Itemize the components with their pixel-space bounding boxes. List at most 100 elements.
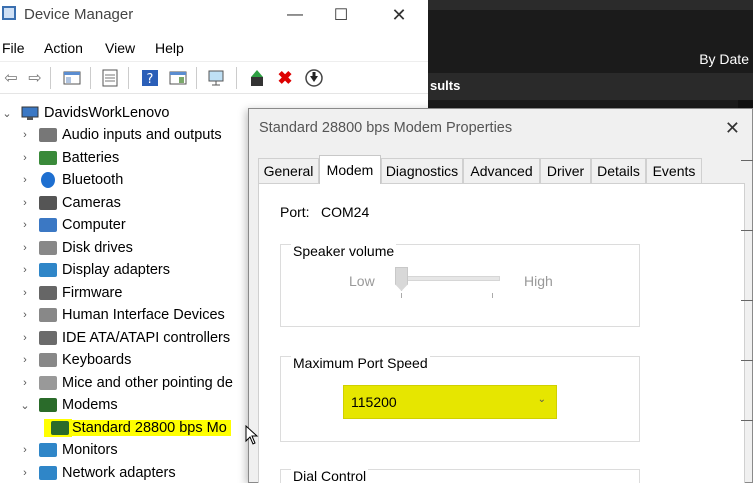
help-icon[interactable]: ? (139, 67, 161, 89)
network-icon (38, 464, 58, 482)
tree-node[interactable]: › IDE ATA/ATAPI controllers (18, 327, 230, 349)
tree-node-label: Computer (62, 217, 126, 233)
chevron-right-icon[interactable]: › (18, 242, 32, 254)
tree-node[interactable]: › Monitors (18, 439, 118, 461)
show-hide-console-tree-icon[interactable] (61, 67, 83, 89)
dialog-title: Standard 28800 bps Modem Properties (259, 120, 513, 136)
slider-tick (401, 293, 402, 298)
port-value: COM24 (321, 204, 370, 220)
tree-node[interactable]: › Human Interface Devices (18, 304, 225, 326)
tree-node-label: Monitors (62, 442, 118, 458)
chevron-right-icon[interactable]: › (18, 354, 32, 366)
maximize-button[interactable]: ☐ (318, 0, 364, 30)
chevron-right-icon[interactable]: › (18, 129, 32, 141)
tree-node[interactable]: › Firmware (18, 282, 122, 304)
background-marker (741, 360, 753, 370)
menu-file[interactable]: File (2, 40, 25, 56)
tab-general[interactable]: General (258, 158, 319, 183)
tab-modem[interactable]: Modem (319, 155, 381, 184)
slider-tick (492, 293, 493, 298)
disable-device-icon[interactable] (303, 67, 325, 89)
minimize-button[interactable]: — (272, 0, 318, 30)
tab-driver[interactable]: Driver (540, 158, 591, 183)
chevron-right-icon[interactable]: › (18, 219, 32, 231)
tree-node[interactable]: › Keyboards (18, 349, 131, 371)
chevron-right-icon[interactable]: › (18, 174, 32, 186)
tree-root-computer[interactable]: ⌄ DavidsWorkLenovo (0, 102, 169, 124)
tree-node-label: Disk drives (62, 239, 133, 256)
dial-control-group: Dial Control (280, 468, 640, 483)
slider-high-label: High (524, 273, 553, 289)
chevron-down-icon[interactable]: ⌄ (0, 107, 14, 120)
tree-node-label: Mice and other pointing de (62, 374, 233, 391)
back-arrow-icon[interactable]: ⇦ (0, 67, 22, 89)
background-marker (741, 230, 753, 240)
modem-tab-panel: Port: COM24 Speaker volume Low High Maxi… (258, 183, 745, 483)
dial-control-title: Dial Control (291, 468, 369, 483)
tree-node-label: Network adapters (62, 464, 176, 481)
max-port-speed-dropdown[interactable]: 115200 ⌄ (343, 385, 557, 419)
toolbar-separator (50, 67, 51, 89)
tree-node-label: Cameras (62, 194, 121, 211)
dialog-close-button[interactable]: ✕ (725, 118, 740, 139)
menu-view[interactable]: View (105, 40, 135, 56)
tab-diagnostics[interactable]: Diagnostics (381, 158, 463, 183)
tab-events[interactable]: Events (646, 158, 702, 183)
slider-low-label: Low (349, 273, 375, 289)
tree-node[interactable]: › Batteries (18, 147, 119, 169)
tree-node[interactable]: › Computer (18, 214, 126, 236)
computer-name-label: DavidsWorkLenovo (44, 105, 170, 121)
properties-icon[interactable] (99, 67, 121, 89)
tree-node-label: Standard 28800 bps Mo (72, 419, 231, 436)
display-icon (38, 261, 58, 279)
chevron-right-icon[interactable]: › (18, 467, 32, 479)
mouse-cursor-icon (245, 425, 259, 445)
chevron-right-icon[interactable]: › (18, 444, 32, 456)
hid-icon (38, 306, 58, 324)
tree-node[interactable]: › Bluetooth (18, 169, 123, 191)
monitor-icon (38, 441, 58, 459)
battery-icon (38, 149, 58, 167)
chevron-right-icon[interactable]: › (18, 332, 32, 344)
chevron-right-icon[interactable]: › (18, 152, 32, 164)
tree-node[interactable]: › Display adapters (18, 259, 170, 281)
speaker-volume-group: Speaker volume Low High (280, 243, 640, 327)
chevron-down-icon[interactable]: ⌄ (18, 399, 32, 412)
chevron-right-icon[interactable]: › (18, 377, 32, 389)
forward-arrow-icon[interactable]: ⇨ (24, 67, 46, 89)
close-button[interactable]: ✕ (376, 0, 422, 30)
chevron-right-icon[interactable]: › (18, 309, 32, 321)
tree-node[interactable]: Standard 28800 bps Mo (44, 417, 231, 439)
toolbar: ⇦ ⇨ ? ✖ (0, 61, 428, 91)
keyboard-icon (38, 351, 58, 369)
scan-hardware-icon[interactable] (206, 67, 228, 89)
speaker-volume-title: Speaker volume (291, 243, 397, 259)
tree-node-label: Firmware (62, 284, 123, 301)
tree-node[interactable]: › Mice and other pointing de (18, 372, 233, 394)
view-resources-icon[interactable] (167, 67, 189, 89)
device-manager-icon (2, 6, 16, 20)
tree-node[interactable]: ⌄ Modems (18, 394, 118, 416)
menu-help[interactable]: Help (155, 40, 184, 56)
uninstall-device-icon[interactable]: ✖ (274, 67, 296, 89)
tree-node[interactable]: › Disk drives (18, 237, 133, 259)
speaker-volume-slider[interactable] (395, 267, 408, 291)
sort-by-date-label[interactable]: By Date (699, 51, 749, 67)
tab-advanced[interactable]: Advanced (463, 158, 540, 183)
port-label: Port: (280, 204, 310, 220)
chevron-right-icon[interactable]: › (18, 287, 32, 299)
tree-node[interactable]: › Audio inputs and outputs (18, 124, 221, 146)
menu-action[interactable]: Action (44, 40, 83, 56)
update-driver-icon[interactable] (246, 67, 268, 89)
background-marker (741, 160, 753, 170)
background-marker (741, 420, 753, 430)
tree-node[interactable]: › Network adapters (18, 462, 176, 483)
tree-node-label: Human Interface Devices (62, 307, 225, 323)
chevron-right-icon[interactable]: › (18, 264, 32, 276)
disk-icon (38, 239, 58, 257)
tree-node-label: Modems (62, 397, 118, 413)
svg-text:?: ? (147, 72, 154, 87)
tree-node[interactable]: › Cameras (18, 192, 121, 214)
tab-details[interactable]: Details (591, 158, 646, 183)
chevron-right-icon[interactable]: › (18, 197, 32, 209)
